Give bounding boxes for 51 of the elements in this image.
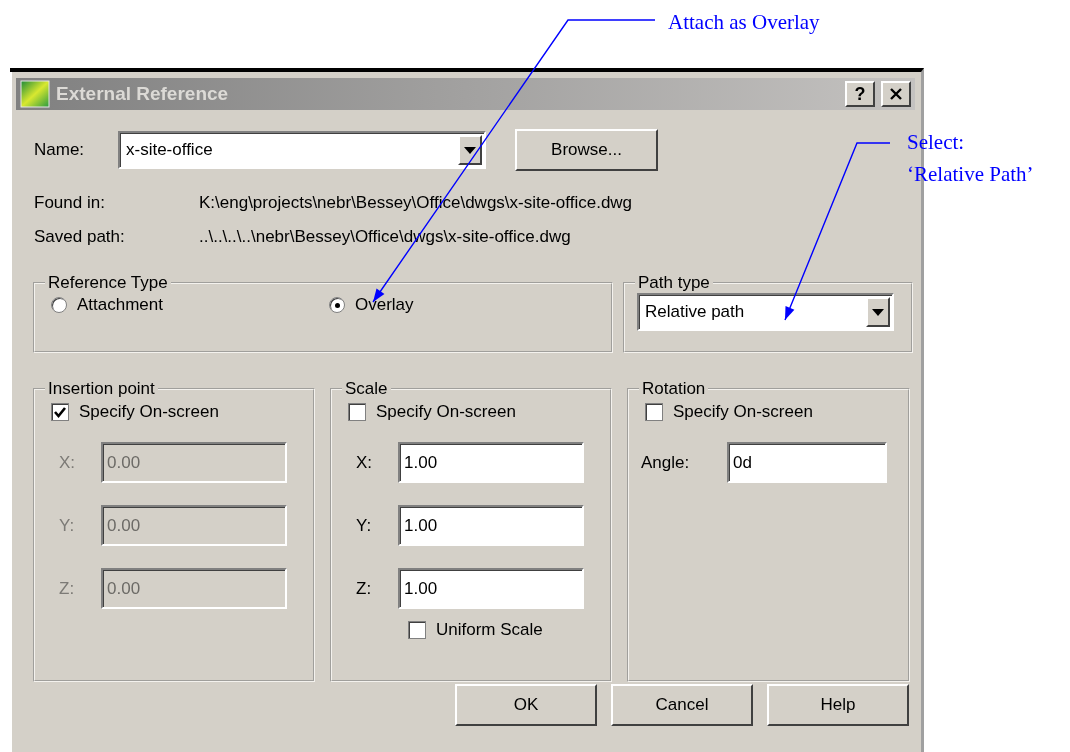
- dropdown-button[interactable]: [458, 135, 482, 165]
- browse-button[interactable]: Browse...: [515, 129, 658, 171]
- checkbox[interactable]: [645, 403, 663, 421]
- help-button[interactable]: ?: [845, 81, 875, 107]
- path-type-dropdown[interactable]: Relative path: [637, 293, 894, 331]
- checkbox[interactable]: [408, 621, 426, 639]
- checkbox-option[interactable]: Uniform Scale: [402, 617, 600, 643]
- combo-value: x-site-office: [126, 140, 214, 160]
- checkbox-option[interactable]: Specify On-screen: [639, 399, 898, 425]
- field-label: Y:: [355, 515, 373, 536]
- check-icon: [53, 405, 67, 419]
- radio-option[interactable]: Attachment: [45, 295, 323, 315]
- info-label: Found in:: [34, 193, 106, 213]
- dialog-button[interactable]: OK: [455, 684, 597, 726]
- field-label: Z:: [58, 578, 76, 599]
- input-field[interactable]: 1.00: [398, 505, 584, 546]
- close-button[interactable]: [881, 81, 911, 107]
- dialog-button[interactable]: Help: [767, 684, 909, 726]
- close-icon: [889, 87, 903, 101]
- radio-button[interactable]: [51, 297, 67, 313]
- field-label: Angle:: [640, 452, 691, 473]
- group-title: Rotation: [641, 379, 707, 399]
- dropdown-button[interactable]: [866, 297, 890, 327]
- name-combo-box[interactable]: x-site-office: [118, 131, 486, 169]
- combo-value: Relative path: [645, 302, 746, 322]
- annotation-text: Select: ‘Relative Path’: [907, 129, 1034, 188]
- field-label: X:: [355, 452, 374, 473]
- radio-button[interactable]: [329, 297, 345, 313]
- window-title: External Reference: [56, 83, 229, 105]
- radio-option[interactable]: Overlay: [323, 295, 601, 315]
- group-title: Insertion point: [47, 379, 156, 399]
- checkbox[interactable]: [51, 403, 69, 421]
- input-field[interactable]: 1.00: [398, 568, 584, 609]
- checkbox[interactable]: [348, 403, 366, 421]
- dialog-button[interactable]: Cancel: [611, 684, 753, 726]
- annotation-text: Attach as Overlay: [668, 9, 820, 36]
- info-label: Saved path:: [34, 227, 126, 247]
- group-title: Path type: [637, 273, 711, 293]
- field-label: Name:: [34, 140, 86, 160]
- input-field[interactable]: 1.00: [398, 442, 584, 483]
- group-title: Reference Type: [47, 273, 169, 293]
- caret-icon: [464, 146, 476, 154]
- field-label: Y:: [58, 515, 76, 536]
- field-label: Z:: [355, 578, 373, 599]
- caret-icon: [872, 308, 884, 316]
- field-label: X:: [58, 452, 77, 473]
- input-field[interactable]: 0d: [727, 442, 887, 483]
- checkbox-option[interactable]: Specify On-screen: [45, 399, 303, 425]
- group-title: Scale: [344, 379, 389, 399]
- checkbox-option[interactable]: Specify On-screen: [342, 399, 600, 425]
- app-icon: [20, 80, 50, 108]
